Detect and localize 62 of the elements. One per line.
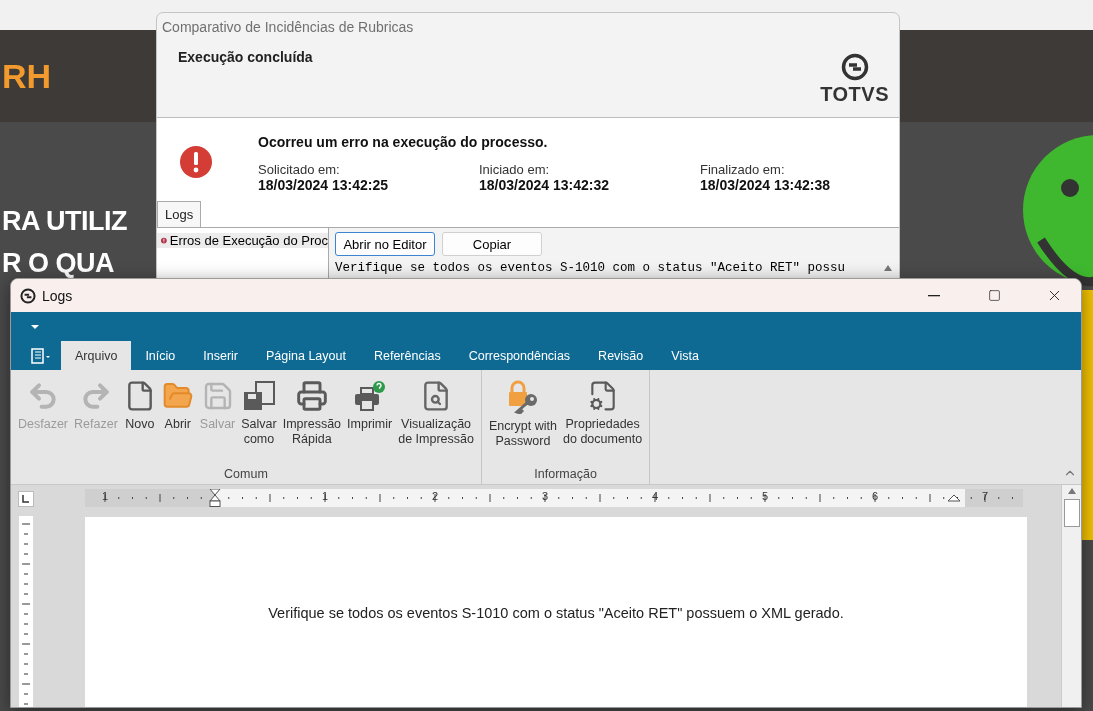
printer-help-icon [352,380,387,412]
ruler-number: 5 [761,490,769,502]
minimize-icon [928,294,940,297]
scroll-up-icon[interactable] [883,264,893,272]
ruler-number: 3 [541,490,549,502]
ribbon-tab[interactable]: Arquivo [61,341,132,370]
ribbon-tab[interactable]: Referências [359,341,455,370]
ruler-number: 6 [871,490,879,502]
ribbon-command[interactable]: Abrir [158,376,197,467]
ruler-number: 1 [321,490,329,502]
ribbon-command[interactable]: Encrypt with Password [485,376,560,467]
group-label: Informação [533,467,598,483]
ribbon-command[interactable]: Novo [120,376,159,467]
ribbon-command[interactable]: Impressão Rápida [279,376,345,467]
dialog-button[interactable]: Abrir no Editor [335,232,435,256]
ribbon-tab[interactable]: Correspondências [454,341,585,370]
ruler-number: 1 [101,490,109,502]
headline-text: R O QUA [2,247,114,280]
time-value: 18/03/2024 13:42:38 [700,177,831,193]
ribbon-tab[interactable]: Página Layout [252,341,360,370]
site-logo: RH [2,56,52,96]
app-logo-icon [20,287,36,304]
error-message: Ocorreu um erro na execução do processo. [258,134,549,150]
ribbon-tab[interactable]: Início [131,341,190,370]
brand-logo-icon [840,52,869,81]
right-indent-marker-icon[interactable] [947,494,961,502]
left-indent-marker-icon[interactable] [209,489,221,507]
ribbon-tab[interactable]: Vista [657,341,713,370]
ruler-number: 4 [651,490,659,502]
ruler-number: 7 [981,490,989,502]
time-value: 18/03/2024 13:42:25 [258,177,389,193]
ribbon-command[interactable]: Salvar como [238,376,280,467]
undo-icon [27,380,59,412]
ribbon-command[interactable]: Propriedades do documento [560,376,646,467]
time-value: 18/03/2024 13:42:32 [479,177,610,193]
save-as-icon [241,380,276,412]
time-label: Solicitado em: [258,162,341,177]
scrollbar-thumb[interactable] [1063,499,1080,527]
vertical-scrollbar[interactable] [1061,485,1081,707]
ribbon-tab[interactable]: Revisão [584,341,658,370]
ruler-number: 2 [431,490,439,502]
ribbon-command[interactable]: Imprimir [344,376,396,467]
maximize-icon [987,289,1001,302]
tab-stop-icon[interactable] [18,491,34,507]
error-icon [179,145,213,179]
document-text: Verifique se todos os eventos S-1010 com o status "Aceito RET" possuem o XML gerado. [268,605,844,623]
window-title: Logs [42,287,74,304]
dialog-title: Comparativo de Incidências de Rubricas [162,19,414,35]
brand-name: TOTVS [820,82,889,106]
ribbon-command[interactable]: Visualização de Impressão [395,376,477,467]
time-label: Finalizado em: [700,162,786,177]
log-text: Verifique se todos os eventos S-1010 com o status "Aceito RET" possu [335,261,846,275]
scroll-up-icon[interactable] [1066,487,1077,495]
time-label: Iniciado em: [479,162,551,177]
dialog-button[interactable]: Copiar [442,232,542,256]
logs-tab[interactable]: Logs [157,201,202,227]
printer-icon [295,380,328,412]
headline-text: RA UTILIZ [2,205,127,238]
ribbon-tab[interactable]: Inserir [189,341,252,370]
document-menu-icon [30,347,52,364]
dialog-heading: Execução concluída [178,49,313,67]
group-label: Comum [223,467,269,483]
